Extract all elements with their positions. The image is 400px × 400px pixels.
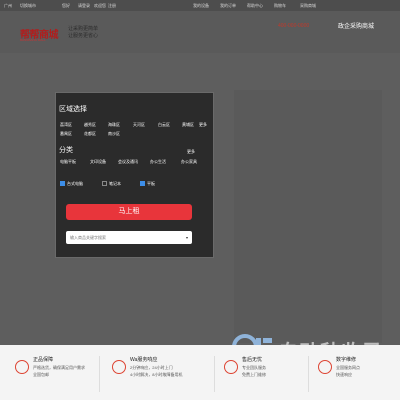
feature-line: 全国服务网点: [336, 365, 360, 370]
hotline: 400-000-0000: [278, 23, 310, 29]
region-item-huangpu[interactable]: 黄埔区: [182, 122, 194, 128]
top-link-0: 您好: [62, 3, 70, 8]
slogan: 让采购更简单 让服务更省心: [68, 26, 98, 40]
shield-icon: [15, 360, 29, 374]
divider: [214, 356, 215, 392]
chevron-down-icon[interactable]: ▾: [186, 231, 188, 244]
feature-response: Wa服务响应 2分钟响应，24小时上门 4小时解决，8小时故障备用机: [130, 357, 210, 378]
divider: [99, 356, 100, 392]
logo-subtext: BANGBANG MALL: [20, 38, 46, 42]
cart-link[interactable]: 购物车: [274, 3, 286, 9]
feature-line: 免费上门维修: [242, 372, 266, 377]
region-title: 区域选择: [59, 106, 87, 113]
category-item-computers[interactable]: 电脑平板: [60, 159, 76, 165]
option-tablet-label[interactable]: 平板: [147, 181, 155, 187]
rental-panel: 区域选择 荔湾区 越秀区 海珠区 天河区 白云区 黄埔区 更多 番禺区 花都区 …: [55, 92, 214, 258]
category-row: 电脑平板 文印设备 会议及通讯 办公生活 办公家具: [60, 159, 210, 165]
category-item-furniture[interactable]: 办公家具: [181, 159, 197, 165]
feature-genuine: 正品保障 严格选货，确保满足用户需求 全国包邮: [33, 357, 93, 378]
feature-aftersales: 售后无忧 专业团队服务 免费上门维修: [242, 357, 304, 378]
category-item-meeting[interactable]: 会议及通讯: [118, 159, 138, 165]
clock-icon: [112, 360, 126, 374]
feature-title: 数字维修: [336, 357, 357, 363]
feature-line: 2分钟响应，24小时上门: [130, 365, 173, 370]
category-item-printing[interactable]: 文印设备: [90, 159, 106, 165]
feature-title: 正品保障: [33, 357, 54, 363]
region-item-yuexiu[interactable]: 越秀区: [84, 122, 96, 128]
search-input[interactable]: 输入商品关键字搜索 ▾: [66, 231, 192, 244]
feature-line: 严格选货，确保满足用户需求: [33, 365, 85, 370]
option-laptop-label[interactable]: 笔记本: [109, 181, 121, 187]
region-item-haizhu[interactable]: 海珠区: [108, 122, 120, 128]
region-row-1: 荔湾区 越秀区 海珠区 天河区 白云区 黄埔区: [60, 122, 210, 128]
feature-repair: 数字维修 全国服务网点 快速响应: [336, 357, 396, 378]
purchase-mall-link[interactable]: 采购商城: [300, 3, 316, 9]
help-center-link[interactable]: 帮助中心: [247, 3, 263, 9]
slogan-line-2: 让服务更省心: [68, 33, 99, 39]
my-devices-link[interactable]: 我的设备: [193, 3, 209, 9]
feature-title: Wa服务响应: [130, 357, 158, 363]
checkbox-desktop[interactable]: [60, 181, 65, 186]
feature-line: 专业团队服务: [242, 365, 266, 370]
region-item-huadu[interactable]: 花都区: [84, 131, 96, 137]
feature-line: 4小时解决，8小时故障备用机: [130, 372, 183, 377]
region-item-panyu[interactable]: 番禺区: [60, 131, 72, 137]
content-placeholder: [234, 90, 382, 343]
region-item-nansha[interactable]: 南沙区: [108, 131, 120, 137]
option-desktop-label[interactable]: 台式电脑: [67, 181, 83, 187]
category-title: 分类: [59, 147, 73, 154]
region-more-link[interactable]: 更多: [199, 122, 207, 128]
option-row: 台式电脑 笔记本 平板: [60, 181, 210, 188]
wrench-icon: [318, 360, 332, 374]
region-item-tianhe[interactable]: 天河区: [133, 122, 145, 128]
switch-city-link[interactable]: 切换城市: [20, 3, 36, 9]
region-item-baiyun[interactable]: 白云区: [158, 122, 170, 128]
category-more-link[interactable]: 更多: [187, 149, 195, 155]
mall-title[interactable]: 政企采购商城: [338, 21, 374, 30]
my-orders-link[interactable]: 我的订单: [220, 3, 236, 9]
checkbox-tablet[interactable]: [140, 181, 145, 186]
region-row-2: 番禺区 花都区 南沙区: [60, 131, 210, 137]
rent-now-button[interactable]: 马上租: [66, 204, 192, 220]
top-bar: 广州 切换城市 您好 请登录 欢迎您 注册 我的设备 我的订单 帮助中心 购物车…: [0, 0, 400, 11]
checkbox-laptop[interactable]: [102, 181, 107, 186]
divider: [308, 356, 309, 392]
slogan-line-1: 让采购更简单: [68, 26, 99, 32]
feature-title: 售后无忧: [242, 357, 263, 363]
site-logo[interactable]: 帮帮商城 BANGBANG MALL: [20, 26, 62, 45]
search-placeholder: 输入商品关键字搜索: [70, 235, 106, 240]
location-pin-icon: [224, 360, 238, 374]
region-item-liwan[interactable]: 荔湾区: [60, 122, 72, 128]
top-link-1[interactable]: 请登录: [78, 3, 90, 9]
location-text[interactable]: 广州: [4, 3, 12, 9]
top-link-3[interactable]: 注册: [108, 3, 116, 9]
feature-line: 全国包邮: [33, 372, 49, 377]
feature-line: 快速响应: [336, 372, 352, 377]
category-item-office-life[interactable]: 办公生活: [150, 159, 166, 165]
top-link-2: 欢迎您: [94, 3, 106, 8]
